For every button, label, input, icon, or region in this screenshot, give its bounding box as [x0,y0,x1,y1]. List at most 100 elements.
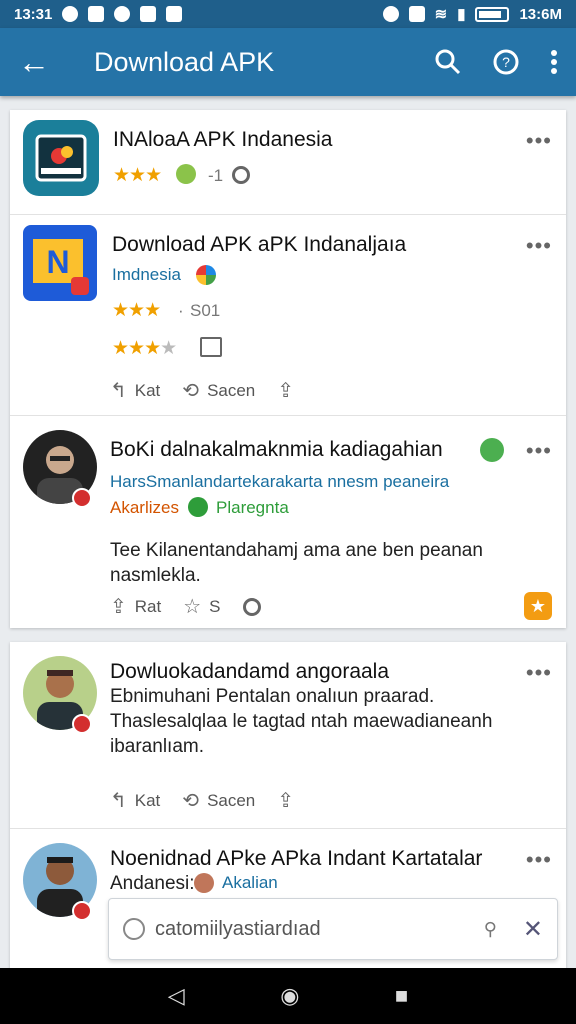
item-line: HarsSmanlandartekarakarta nnesm peaneira [110,472,450,491]
star-badge-icon[interactable]: ★ [524,592,552,620]
share-button[interactable]: ⟲ Sacen [182,788,255,813]
emoji-icon [194,873,214,893]
rating-stars: ★★★ [112,300,161,321]
repost-label: Rat [134,596,162,616]
item-tag: Plaregnta [216,498,289,517]
badge-icon [72,901,92,921]
svg-text:N: N [46,244,69,280]
block-icon [232,166,250,184]
list-item[interactable]: Dowluokadandamd angoraala Ebnimuhani Pen… [10,642,566,828]
reply-label: Kat [134,380,161,400]
overflow-menu-icon[interactable] [550,49,558,75]
item-tag: Akarlizes [110,498,179,517]
list-item[interactable]: BoKi dalnakalmaknmia kadiagahian HarsSma… [10,416,566,628]
image-icon [140,6,157,22]
like-button[interactable]: ☆ S [183,594,220,619]
rating-stars: ★★★ [113,165,162,186]
upload-button[interactable]: ⇪ [277,378,294,403]
list-item[interactable]: INAloaA APK Indanesia ★★★ -1 ••• [10,110,566,214]
repost-icon: ⟲ [182,380,200,402]
status-bar: 13:31 ≋ ▮ 13:6M [0,0,576,28]
battery-icon [475,6,510,22]
block-icon [242,597,261,616]
globe-icon [196,265,216,285]
search-icon [123,918,145,940]
item-title: Dowluokadandamd angoraala [110,660,390,683]
feed: INAloaA APK Indanesia ★★★ -1 ••• N Downl… [0,96,576,968]
recents-nav-icon[interactable]: ■ [395,983,408,1009]
share-label: Sacen [207,790,256,810]
rating-suffix: -1 [208,166,224,185]
svg-text:?: ? [502,54,510,70]
mail-icon [166,6,183,22]
search-bar[interactable]: catomiilyastiardıad ⚲ ✕ [108,898,558,960]
list-item[interactable]: N Download APK aPK Indanaljaıa Imdnesia … [10,215,566,415]
item-title: Noenidnad APke APka Indant Kartatalar [110,847,483,870]
repost-icon: ⟲ [182,790,200,812]
back-nav-icon[interactable]: ◁ [168,983,185,1009]
item-subtitle: Andanesi: [110,873,195,894]
home-nav-icon[interactable]: ◉ [280,983,299,1009]
repost-icon: ⇪ [110,596,127,618]
close-icon[interactable]: ✕ [523,915,543,944]
more-options-icon[interactable]: ••• [526,847,552,873]
rating-separator: · [178,301,184,320]
status-time-left: 13:31 [14,5,53,23]
upload-icon: ⇪ [277,380,295,402]
search-icon[interactable] [434,48,462,76]
item-subtitle: Imdnesia [112,265,181,284]
more-options-icon[interactable]: ••• [526,438,552,464]
item-tag: Akalian [222,873,278,892]
app-bar: ← Download APK ? [0,28,576,96]
back-arrow-icon[interactable]: ← [18,44,58,81]
app-icon: N [23,225,97,301]
reply-button[interactable]: ↰ Kat [110,378,160,403]
badge-icon [72,714,92,734]
badge-icon [176,164,196,184]
reply-icon: ↰ [110,380,127,402]
share-label: Sacen [207,380,256,400]
reply-button[interactable]: ↰ Kat [110,788,160,813]
app-icon [23,120,99,196]
search-input[interactable]: catomiilyastiardıad [155,918,474,941]
badge-icon [72,488,92,508]
check-icon [188,497,208,517]
feed-card-1: INAloaA APK Indanesia ★★★ -1 ••• N Downl… [10,110,566,628]
share-button[interactable]: ⟲ Sacen [182,378,255,403]
upload-button[interactable]: ⇪ [277,788,294,813]
page-title: Download APK [94,46,275,77]
item-body: Tee Kilanentandahamj ama ane ben peanan … [110,540,483,586]
notification-icon [88,6,105,22]
upload-icon: ⇪ [277,790,295,812]
item-body: Ebnimuhani Pentalan onalıun praarad. Tha… [110,686,493,757]
status-time-right: 13:6M [519,5,562,23]
like-label: S [209,596,221,616]
help-icon[interactable]: ? [492,48,520,76]
shield-icon [62,6,79,22]
rating-stars: ★★★★ [112,338,177,359]
repost-button[interactable]: ⇪ Rat [110,594,161,619]
reply-label: Kat [134,790,161,810]
vibrate-icon [408,6,425,22]
reply-icon: ↰ [110,790,127,812]
circle-icon [114,6,131,22]
rating-text: S01 [190,301,221,320]
verified-icon [480,438,504,462]
hide-button[interactable] [242,597,261,616]
action-row: ↰ Kat ⟲ Sacen ⇪ [110,378,294,403]
image-icon [200,337,222,357]
navigation-bar: ◁ ◉ ■ [0,968,576,1024]
action-row: ⇪ Rat ☆ S [110,594,261,619]
action-row: ↰ Kat ⟲ Sacen ⇪ [110,788,294,813]
alarm-icon [382,6,399,22]
star-outline-icon: ☆ [183,596,202,618]
item-title: Download APK aPK Indanaljaıa [112,233,407,256]
key-icon[interactable]: ⚲ [484,919,497,940]
signal-icon: ▮ [457,6,466,23]
more-options-icon[interactable]: ••• [526,660,552,686]
item-title: INAloaA APK Indanesia [113,128,333,151]
item-title: BoKi dalnakalmaknmia kadiagahian [110,438,443,461]
more-options-icon[interactable]: ••• [526,128,552,154]
more-options-icon[interactable]: ••• [526,233,552,259]
wifi-icon: ≋ [434,6,448,23]
